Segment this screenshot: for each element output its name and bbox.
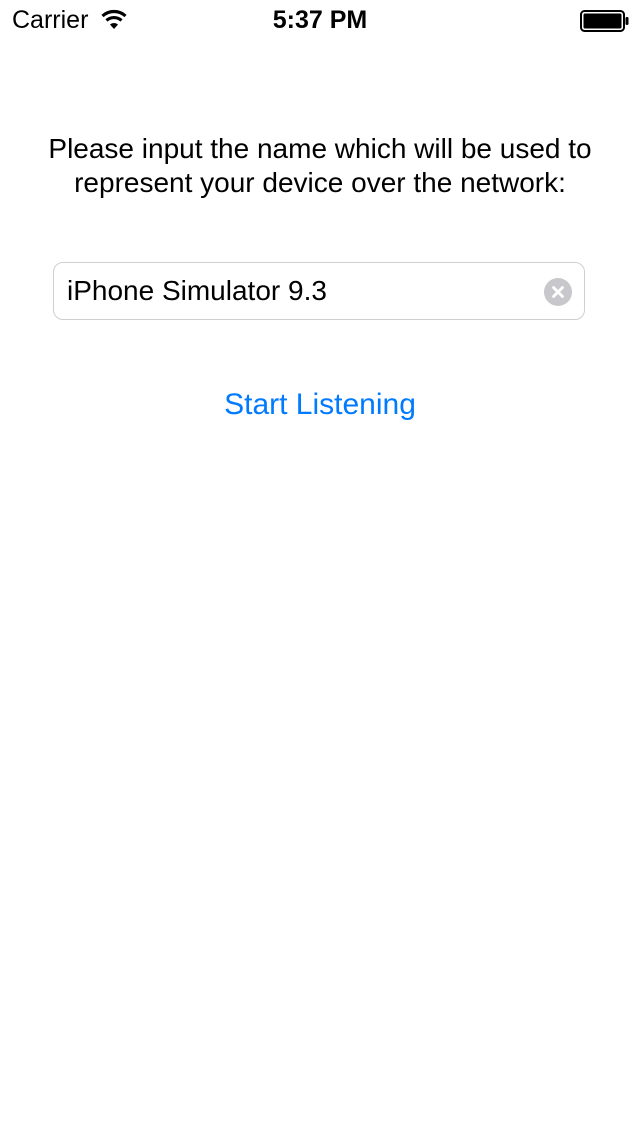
start-listening-button[interactable]: Start Listening	[170, 382, 470, 428]
status-bar: Carrier 5:37 PM	[0, 0, 640, 40]
clear-circle-x-icon	[552, 286, 564, 298]
device-name-input[interactable]	[67, 263, 527, 319]
status-time: 5:37 PM	[272, 6, 368, 34]
device-name-field[interactable]	[53, 262, 585, 320]
battery-full-icon	[580, 10, 630, 32]
device-name-prompt: Please input the name which will be used…	[48, 133, 592, 198]
clear-text-button[interactable]	[544, 278, 572, 306]
screen: Carrier 5:37 PM Please input the name wh…	[0, 0, 640, 1136]
